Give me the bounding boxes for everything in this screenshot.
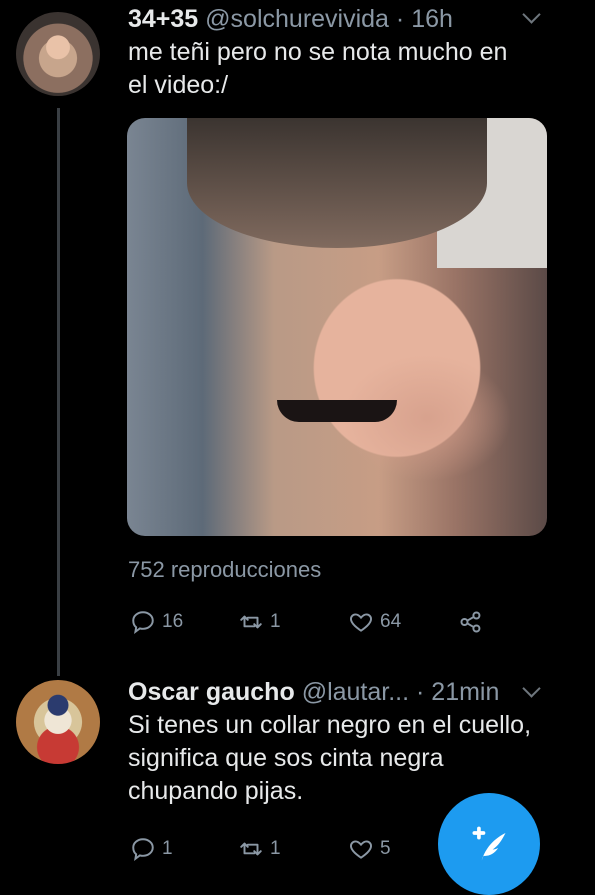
video-thumbnail[interactable]	[127, 118, 547, 536]
like-button[interactable]: 64	[348, 609, 401, 635]
heart-icon	[350, 840, 372, 859]
user-handle[interactable]: @lautar...	[302, 678, 409, 706]
chevron-down-icon[interactable]	[522, 679, 541, 698]
reply-count: 16	[162, 611, 184, 632]
tweet-header: 34+35 @solchurevivida · 16h	[128, 4, 453, 34]
compose-icon	[472, 826, 506, 861]
share-button[interactable]	[458, 609, 484, 635]
avatar[interactable]	[16, 680, 100, 764]
reply-button[interactable]: 16	[130, 609, 183, 635]
retweet-count: 1	[270, 838, 281, 859]
chevron-down-icon[interactable]	[522, 5, 541, 24]
compose-button[interactable]	[438, 793, 540, 895]
user-handle[interactable]: @solchurevivida	[205, 5, 389, 33]
like-count: 64	[380, 611, 402, 632]
retweet-count: 1	[270, 611, 281, 632]
separator: ·	[416, 678, 425, 706]
view-count: 752 reproducciones	[128, 557, 322, 582]
timestamp[interactable]: 16h	[411, 5, 453, 33]
media-hair	[187, 118, 487, 248]
display-name[interactable]: Oscar gaucho	[128, 678, 295, 706]
retweet-icon	[240, 615, 262, 629]
reply-icon	[132, 611, 154, 634]
heart-icon	[350, 613, 372, 632]
tweet-text: me teñi pero no se nota mucho en el vide…	[128, 38, 508, 99]
reply-count: 1	[162, 838, 173, 859]
tweet-header: Oscar gaucho @lautar... · 21min	[128, 677, 499, 707]
display-name[interactable]: 34+35	[128, 5, 198, 33]
media-choker	[277, 400, 397, 422]
timestamp[interactable]: 21min	[431, 678, 499, 706]
reply-icon	[132, 838, 154, 861]
share-icon	[460, 611, 481, 633]
like-button[interactable]: 5	[348, 836, 391, 862]
tweet-text: Si tenes un collar negro en el cuello, s…	[128, 711, 532, 805]
avatar[interactable]	[16, 12, 100, 96]
thread-line	[57, 108, 60, 676]
retweet-button[interactable]: 1	[238, 836, 281, 862]
reply-button[interactable]: 1	[130, 836, 173, 862]
retweet-button[interactable]: 1	[238, 609, 281, 635]
separator: ·	[395, 5, 405, 33]
retweet-icon	[240, 842, 262, 856]
like-count: 5	[380, 838, 391, 859]
